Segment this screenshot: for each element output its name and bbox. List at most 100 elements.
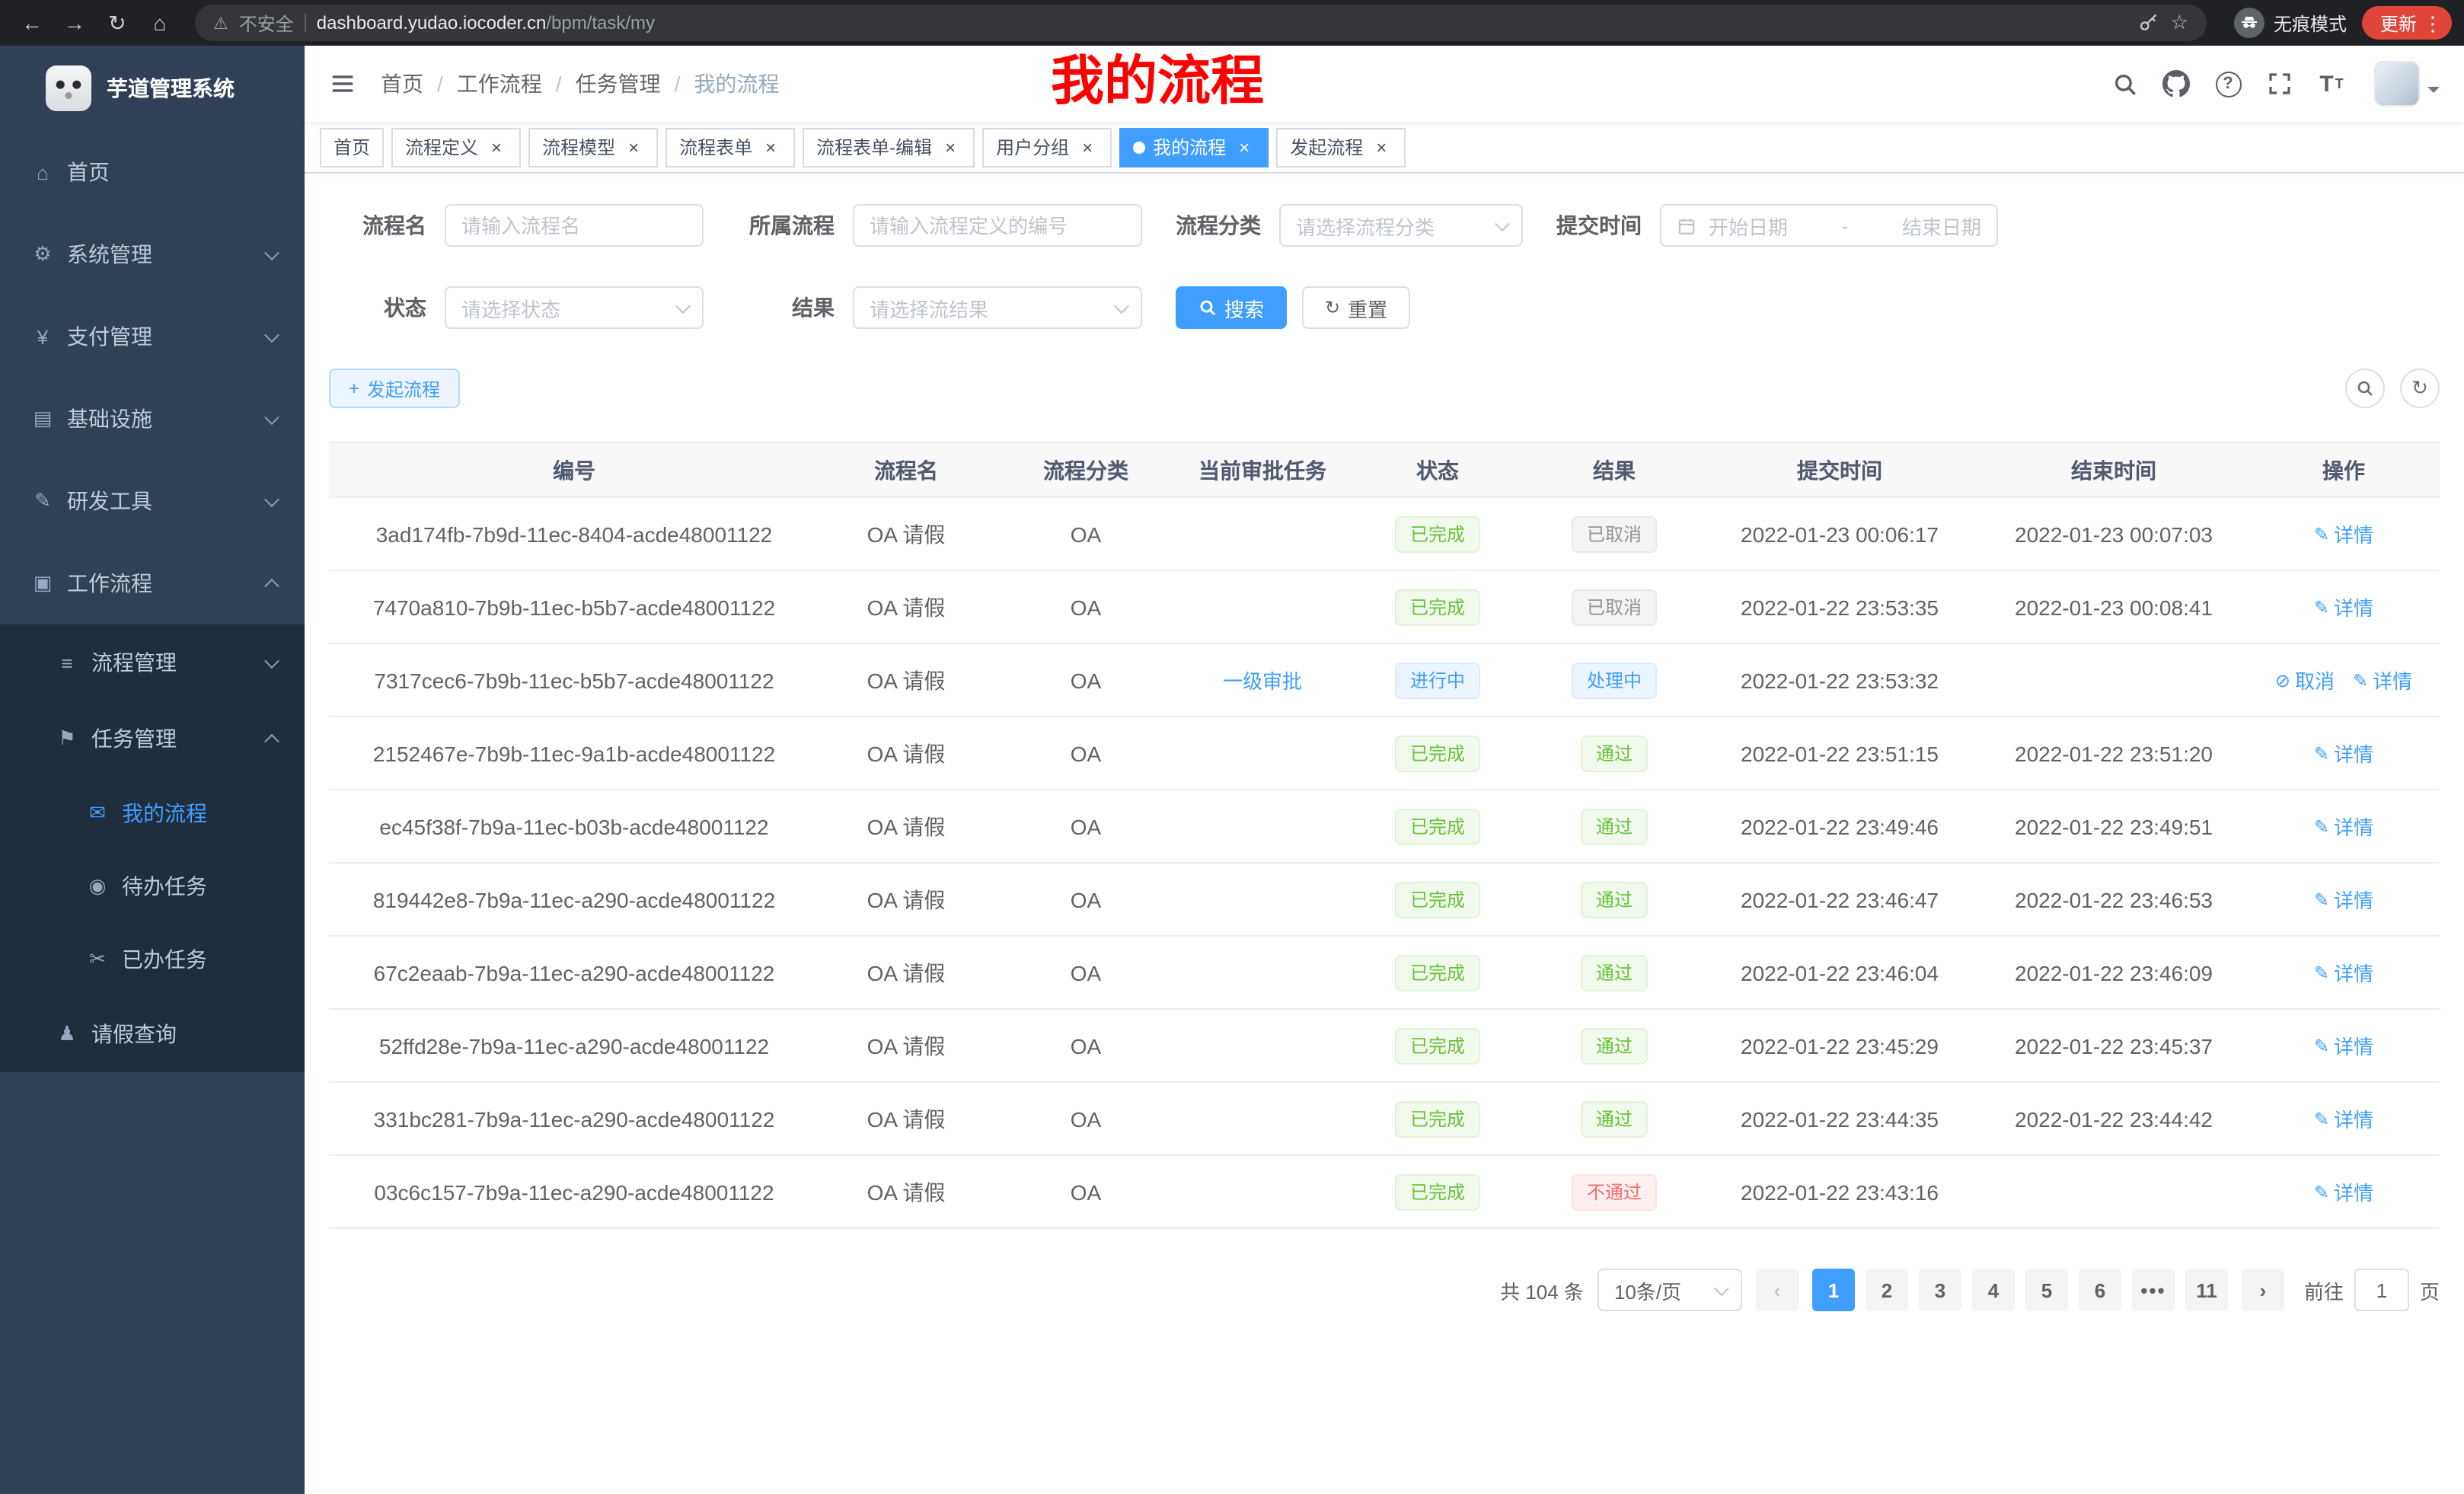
detail-action-link[interactable]: ✎详情 [2314,1104,2373,1133]
close-icon[interactable]: × [1234,136,1255,158]
tab-item[interactable]: 我的流程× [1119,127,1269,167]
header-search-icon[interactable] [2100,58,2149,110]
cell-category: OA [993,497,1179,570]
bookmark-star-icon[interactable]: ☆ [2171,11,2188,35]
column-header: 结果 [1529,442,1700,497]
browser-menu-icon[interactable]: ⋮ [2423,13,2443,33]
status-tag: 已完成 [1395,1100,1480,1137]
category-select[interactable]: 请选择流程分类 [1279,204,1523,247]
pagination-page[interactable]: 5 [2025,1269,2068,1311]
goto-page-input[interactable] [2354,1269,2409,1311]
security-label[interactable]: 不安全 [239,10,294,36]
close-icon[interactable]: × [940,136,961,158]
detail-action-link[interactable]: ✎详情 [2314,739,2373,768]
tab-item[interactable]: 用户分组× [982,127,1112,167]
sidebar-item[interactable]: ⚑任务管理 [0,701,305,777]
sidebar-item[interactable]: ✂已办任务 [0,923,305,996]
browser-home-icon[interactable]: ⌂ [140,3,180,43]
sidebar-item[interactable]: ◉待办任务 [0,850,305,923]
sidebar-item[interactable]: ♟请假查询 [0,996,305,1072]
update-button[interactable]: 更新 ⋮ [2362,6,2452,40]
pagination-page[interactable]: 6 [2079,1269,2121,1311]
user-menu[interactable] [2374,61,2440,107]
refresh-icon: ↻ [1325,297,1340,318]
pagination-page[interactable]: 4 [1972,1269,2015,1311]
status-tag: 通过 [1581,808,1648,844]
pagination-prev-button[interactable]: ‹ [1756,1269,1799,1311]
close-icon[interactable]: × [1077,136,1098,158]
create-process-button[interactable]: + 发起流程 [329,369,460,408]
sidebar-item[interactable]: ≡流程管理 [0,624,305,701]
toggle-search-icon[interactable] [2345,369,2385,408]
pagination-page[interactable]: 11 [2185,1269,2228,1311]
pagination-ellipsis[interactable]: ••• [2132,1269,2175,1311]
tab-item[interactable]: 流程模型 × [528,127,658,167]
close-icon[interactable]: × [760,136,781,158]
pagination-page[interactable]: 3 [1919,1269,1961,1311]
help-icon[interactable]: ? [2204,58,2252,110]
tab-item[interactable]: 流程定义× [391,127,521,167]
password-key-icon[interactable] [2139,12,2160,34]
detail-action-link[interactable]: ✎详情 [2314,519,2373,548]
tab-label: 流程模型 [542,134,615,160]
cell-current-task [1179,1082,1346,1155]
cancel-action-link[interactable]: ⊘取消 [2275,666,2335,694]
font-size-icon[interactable]: TT [2307,58,2356,110]
submit-time-range-picker[interactable]: 开始日期 - 结束日期 [1660,204,1998,247]
yen-icon: ¥ [30,325,55,348]
pagination-page[interactable]: 1 [1812,1269,1855,1311]
tab-item[interactable]: 流程表单-编辑 × [803,127,975,167]
browser-forward-icon[interactable]: → [55,3,94,43]
pagination-page[interactable]: 2 [1866,1269,1908,1311]
page-size-select[interactable]: 10条/页 [1597,1269,1742,1311]
cell-status: 已完成 [1346,936,1529,1009]
process-definition-input[interactable] [853,204,1142,247]
result-select[interactable]: 请选择流结果 [853,286,1142,329]
address-bar[interactable]: ⚠ 不安全 dashboard.yudao.iocoder.cn/bpm/tas… [195,5,2207,41]
cell-current-task [1179,1155,1346,1228]
process-name-input[interactable] [445,204,704,247]
detail-action-link[interactable]: ✎详情 [2314,958,2373,987]
detail-action-link[interactable]: ✎详情 [2314,592,2373,621]
browser-reload-icon[interactable]: ↻ [97,3,137,43]
tab-item[interactable]: 发起流程× [1276,127,1406,167]
sidebar-item-label: 任务管理 [91,723,254,754]
pagination-next-button[interactable]: › [2242,1269,2284,1311]
sidebar-item[interactable]: ▤基础设施 [0,378,305,460]
row-actions: ✎详情 [2314,1104,2373,1133]
breadcrumb-item[interactable]: 首页 [381,69,423,99]
fullscreen-icon[interactable] [2255,58,2304,110]
sidebar-item[interactable]: ⚙系统管理 [0,213,305,295]
sidebar-item[interactable]: ✉我的流程 [0,777,305,850]
gear-icon: ⚙ [30,242,55,267]
cell-actions: ✎详情 [2248,863,2440,936]
detail-action-link[interactable]: ✎详情 [2314,1177,2373,1206]
detail-action-link[interactable]: ✎详情 [2314,1031,2373,1060]
browser-back-icon[interactable]: ← [12,3,52,43]
github-icon[interactable] [2152,58,2201,110]
detail-action-link[interactable]: ✎详情 [2314,885,2373,914]
close-icon[interactable]: × [1371,136,1392,158]
tab-item[interactable]: 首页 [320,127,384,167]
sidebar-toggle-button[interactable] [329,70,356,97]
cell-end-time: 2022-01-22 23:44:42 [1980,1082,2248,1155]
reset-button[interactable]: ↻ 重置 [1302,286,1410,329]
tab-item[interactable]: 流程表单× [665,127,795,167]
close-icon[interactable]: × [486,136,507,158]
sidebar-item[interactable]: ⌂首页 [0,131,305,213]
close-icon[interactable]: × [623,136,644,158]
chevron-down-icon [264,244,279,260]
current-task-link[interactable]: 一级审批 [1223,670,1302,693]
tab-label: 流程表单-编辑 [816,134,932,160]
cell-category: OA [993,1082,1179,1155]
search-button[interactable]: 搜索 [1176,286,1287,329]
sidebar-item[interactable]: ¥支付管理 [0,295,305,378]
cell-submit-time: 2022-01-22 23:46:47 [1700,863,1980,936]
status-select[interactable]: 请选择状态 [445,286,704,329]
refresh-table-icon[interactable]: ↻ [2400,369,2440,408]
detail-action-link[interactable]: ✎详情 [2353,666,2412,694]
cell-process-name: OA 请假 [819,790,993,863]
sidebar-item[interactable]: ✎研发工具 [0,460,305,542]
detail-action-link[interactable]: ✎详情 [2314,812,2373,841]
sidebar-item[interactable]: ▣工作流程 [0,542,305,624]
